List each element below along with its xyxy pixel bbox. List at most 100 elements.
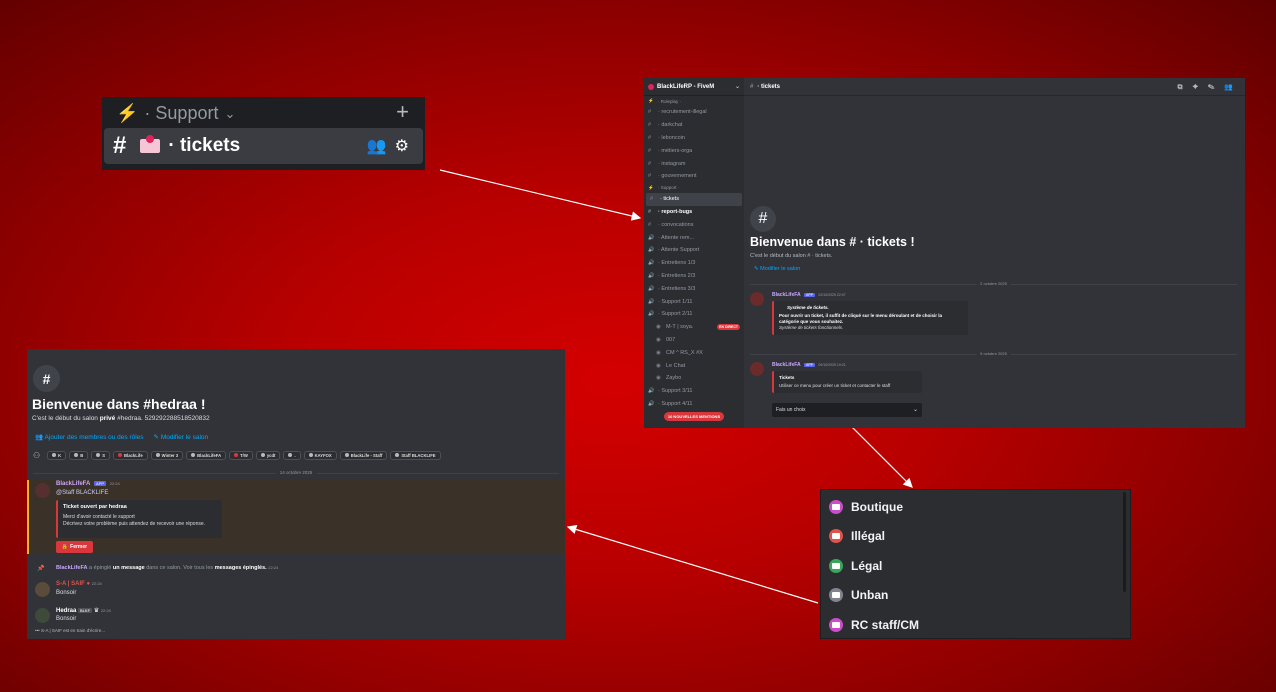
sidebar-channel[interactable]: # · darkchat [644, 119, 744, 132]
message-header: BlackLifeFA APP 22:24 [56, 481, 120, 487]
author-name[interactable]: BlackLifeFA [772, 292, 801, 298]
create-channel-plus-icon[interactable]: + [396, 99, 409, 125]
author-name[interactable]: BlackLifeFA [772, 362, 801, 368]
hash-icon: # [648, 208, 652, 215]
sidebar-channel[interactable]: # · convocations [644, 218, 744, 231]
role-chip[interactable]: . [283, 451, 301, 460]
sidebar-channel[interactable]: # · instagram [644, 157, 744, 170]
role-chip[interactable]: BlackLifeFA [186, 451, 227, 460]
speaker-icon: 🔊 [648, 285, 655, 292]
dropdown-option[interactable]: Illégal [821, 522, 1121, 551]
message-header: Hedraa BLKF ♛ 22:24 [56, 607, 111, 614]
avatar[interactable] [750, 362, 764, 376]
channel-label: · Roleplay · [658, 98, 682, 104]
role-chip[interactable]: K [47, 451, 67, 460]
sidebar-channel[interactable]: # · leboncoin [644, 132, 744, 145]
embed-title: Tickets [779, 375, 795, 380]
voice-user[interactable]: ◉ M-T | soya. EN DIRECT [644, 321, 744, 334]
invite-members-icon[interactable]: 👥 [367, 136, 387, 156]
sidebar-channel[interactable]: # · recrutement-illegal [644, 106, 744, 119]
channel-label: Zaybo [666, 375, 682, 382]
avatar[interactable] [35, 608, 50, 623]
edit-channel-link[interactable]: ✎ Modifier le salon [754, 266, 800, 272]
sidebar-channel[interactable]: # · tickets [646, 192, 742, 206]
badge-icon: ● [86, 581, 91, 587]
sidebar-channel[interactable]: 🔊 · Support 1/11 [644, 295, 744, 308]
server-header[interactable]: BlackLifeRP - FiveM ⌄ [644, 78, 744, 96]
sidebar-channel[interactable]: # · report-bugs [644, 206, 744, 219]
sidebar-channel[interactable]: 🔊 · Support 2/11 [644, 308, 744, 321]
gear-icon[interactable]: ⚙ [395, 136, 409, 156]
channel-topbar: # · tickets ⧉ ✦ ✎ 👥 [744, 78, 1245, 96]
dropdown-option[interactable]: RC staff/CM [821, 610, 1121, 639]
role-chip[interactable]: BlackLife [113, 451, 148, 460]
channel-label: · darkchat [658, 122, 683, 129]
role-chip[interactable]: ycdt [255, 451, 281, 460]
pin-author[interactable]: BlackLifeFA [56, 565, 87, 571]
close-ticket-button[interactable]: 🔒 Fermer [56, 541, 93, 553]
avatar[interactable] [750, 292, 764, 306]
sidebar-channel[interactable]: # · gouvernement [644, 170, 744, 183]
header-tools-icons[interactable]: ⧉ ✦ ✎ 👥 [1178, 83, 1237, 92]
voice-user[interactable]: ◉ 007 [644, 334, 744, 347]
role-chip[interactable]: Staff BLACKLIFE [390, 451, 441, 460]
channel-label: · recrutement-illegal [658, 109, 707, 116]
role-mention[interactable]: @Staff BLACKLIFE [56, 490, 108, 496]
ticket-icon [829, 499, 843, 514]
sidebar-category[interactable]: ⚡ · Roleplay · [644, 96, 744, 106]
message-text: Bonsoir [56, 616, 77, 622]
sidebar-channel[interactable]: 🔊 · Entretiens 1/3 [644, 257, 744, 270]
author-name[interactable]: Hedraa [56, 608, 76, 614]
ticket-icon [829, 617, 843, 632]
author-name[interactable]: BlackLifeFA [56, 481, 90, 487]
role-chip[interactable]: Winter 3 [150, 451, 184, 460]
new-mentions-badge[interactable]: 10 NOUVELLES MENTIONS [664, 412, 724, 422]
role-color-dot [344, 453, 349, 457]
embed-title-text: Ticket ouvert par hedraa [63, 504, 127, 510]
dropdown-option[interactable]: Boutique [821, 492, 1121, 521]
sidebar-channel[interactable]: # · métiers-orga [644, 144, 744, 157]
edit-channel-link[interactable]: ✎ Modifier le salon [154, 433, 209, 441]
role-chip[interactable]: S [91, 451, 111, 460]
date-divider: 2 octobre 2025 [750, 281, 1237, 286]
role-label: BlackLife [124, 453, 143, 458]
author-name[interactable]: S-A | SAIF [56, 581, 85, 587]
voice-user[interactable]: ◉ Zaybo [644, 372, 744, 385]
discord-window: BlackLifeRP - FiveM ⌄ ⚡ · Roleplay · # · re… [644, 78, 1245, 428]
timestamp: 22:24 [268, 565, 279, 570]
role-label: Staff BLACKLIFE [401, 453, 436, 458]
add-members-link[interactable]: 👥 Ajouter des membres ou des rôles [35, 433, 144, 441]
sidebar-channel[interactable]: 🔊 · Support 3/11 [644, 385, 744, 398]
sidebar-channel[interactable]: 🔊 · Entretiens 3/3 [644, 282, 744, 295]
voice-user[interactable]: ◉ CM ^ RS_X #X [644, 346, 744, 359]
avatar[interactable] [35, 582, 50, 597]
hash-icon: # [750, 83, 754, 90]
dropdown-option[interactable]: Légal [821, 551, 1121, 580]
date-divider: 14 octobre 2025 [33, 470, 559, 475]
sidebar-channel[interactable]: 🔊 · Attente rem... [644, 231, 744, 244]
ticket-select-menu[interactable]: Fais un choix ⌄ [772, 403, 922, 417]
voice-user[interactable]: ◉ Le Chat [644, 359, 744, 372]
role-chip[interactable]: T/W [229, 451, 253, 460]
category-label: · Support [144, 103, 219, 123]
embed: Tickets Utiliser ce menu pour créer un t… [772, 371, 922, 393]
dropdown-option[interactable]: Unban [821, 581, 1121, 610]
pin-text-4[interactable]: messages épinglés. [215, 565, 267, 571]
avatar[interactable] [35, 483, 50, 498]
welcome-title: Bienvenue dans # · tickets ! [750, 235, 915, 249]
speaker-icon: 🔊 [648, 234, 655, 241]
role-chip[interactable]: B [69, 451, 89, 460]
sidebar-channel[interactable]: 🔊 · Attente Support [644, 244, 744, 257]
sidebar-channel[interactable]: 🔊 · Support 4/11 [644, 398, 744, 411]
role-chip[interactable]: KAYFOX [303, 451, 337, 460]
server-name: BlackLifeRP - FiveM [657, 83, 715, 90]
category-support[interactable]: ⚡ · Support ⌄ [116, 103, 235, 124]
pin-text-2[interactable]: un message [113, 565, 145, 571]
role-chip[interactable]: BlackLife - Staff [339, 451, 388, 460]
channel-tickets-row[interactable]: # · tickets 👥 ⚙ [104, 128, 423, 164]
arrow-zoom-to-window [439, 169, 642, 221]
scrollbar[interactable] [1123, 492, 1126, 592]
role-color-dot [96, 453, 101, 457]
sidebar-channel[interactable]: 🔊 · Entretiens 2/3 [644, 270, 744, 283]
sidebar-category[interactable]: ⚡ · Support · [644, 183, 744, 193]
